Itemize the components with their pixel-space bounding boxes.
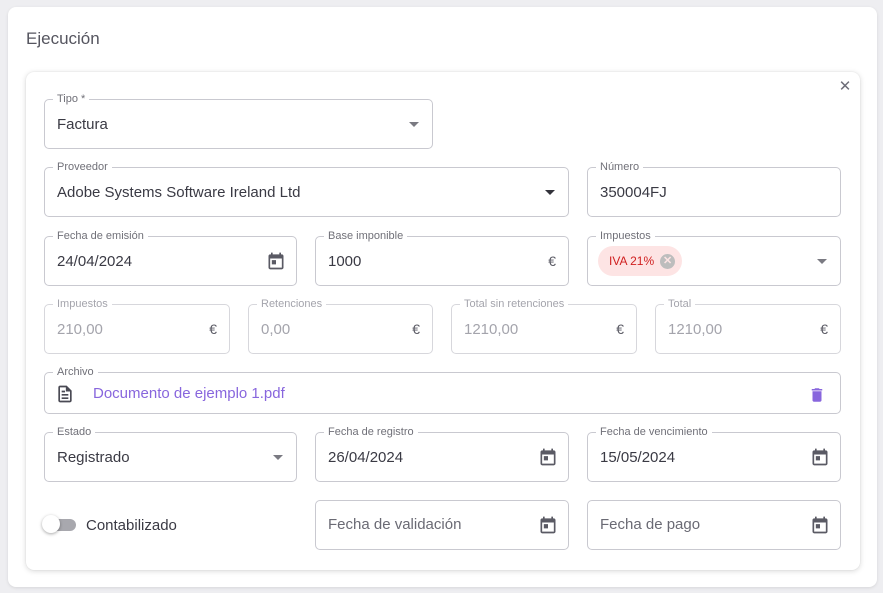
calendar-icon[interactable] <box>266 251 286 271</box>
tax-chip: IVA 21% ✕ <box>598 246 683 276</box>
euro-suffix: € <box>616 321 624 337</box>
fecha-vencimiento-label: Fecha de vencimiento <box>596 425 712 439</box>
euro-suffix: € <box>548 253 556 269</box>
fecha-registro-value: 26/04/2024 <box>328 449 404 466</box>
tipo-value: Factura <box>57 116 108 133</box>
total-sin-retenciones-label: Total sin retenciones <box>460 297 569 311</box>
archivo-field: Archivo Documento de ejemplo 1.pdf <box>44 365 841 414</box>
calendar-icon[interactable] <box>538 447 558 467</box>
retenciones-field: Retenciones 0,00 € <box>248 297 433 354</box>
estado-value: Registrado <box>57 449 130 466</box>
calendar-icon[interactable] <box>810 447 830 467</box>
archivo-label: Archivo <box>53 365 98 379</box>
fecha-pago-placeholder: Fecha de pago <box>600 516 701 533</box>
total-value: 1210,00 <box>668 321 723 338</box>
estado-label: Estado <box>53 425 96 439</box>
proveedor-value: Adobe Systems Software Ireland Ltd <box>57 184 301 201</box>
remove-chip-icon[interactable]: ✕ <box>660 253 676 269</box>
calendar-icon[interactable] <box>538 515 558 535</box>
contabilizado-toggle[interactable] <box>42 515 76 533</box>
fecha-registro-input[interactable]: Fecha de registro 26/04/2024 <box>315 425 569 482</box>
euro-suffix: € <box>412 321 420 337</box>
total-label: Total <box>664 297 696 311</box>
proveedor-select[interactable]: Proveedor Adobe Systems Software Ireland… <box>44 160 569 217</box>
total-sin-retenciones-value: 1210,00 <box>464 321 519 338</box>
fecha-vencimiento-input[interactable]: Fecha de vencimiento 15/05/2024 <box>587 425 841 482</box>
proveedor-label: Proveedor <box>53 160 112 174</box>
document-icon <box>58 385 72 403</box>
impuestos-select[interactable]: Impuestos IVA 21% ✕ <box>587 229 841 286</box>
calendar-icon[interactable] <box>810 515 830 535</box>
trash-icon[interactable] <box>808 385 826 405</box>
impuestos-total-value: 210,00 <box>57 321 103 338</box>
tipo-select[interactable]: Tipo * Factura <box>44 92 433 149</box>
fecha-validacion-placeholder: Fecha de validación <box>328 516 462 533</box>
impuestos-total-label: Impuestos <box>53 297 112 311</box>
estado-select[interactable]: Estado Registrado <box>44 425 297 482</box>
tax-chip-label: IVA 21% <box>609 254 655 268</box>
base-imponible-value: 1000 <box>328 253 362 270</box>
fecha-pago-input[interactable]: Fecha de pago <box>587 500 841 550</box>
fecha-emision-value: 24/04/2024 <box>57 253 133 270</box>
archivo-link[interactable]: Documento de ejemplo 1.pdf <box>93 384 285 403</box>
toggle-thumb <box>42 515 60 533</box>
fecha-validacion-input[interactable]: Fecha de validación <box>315 500 569 550</box>
euro-suffix: € <box>209 321 217 337</box>
chevron-down-icon <box>817 259 827 264</box>
chevron-down-icon <box>409 122 419 127</box>
retenciones-value: 0,00 <box>261 321 291 338</box>
fecha-registro-label: Fecha de registro <box>324 425 418 439</box>
fecha-emision-label: Fecha de emisión <box>53 229 148 243</box>
fecha-emision-input[interactable]: Fecha de emisión 24/04/2024 <box>44 229 297 286</box>
chevron-down-icon <box>273 455 283 460</box>
fecha-vencimiento-value: 15/05/2024 <box>600 449 676 466</box>
section-title: Ejecución <box>26 29 100 48</box>
impuestos-total-field: Impuestos 210,00 € <box>44 297 230 354</box>
impuestos-select-label: Impuestos <box>596 229 655 243</box>
numero-input[interactable]: Número 350004FJ <box>587 160 841 217</box>
total-sin-retenciones-field: Total sin retenciones 1210,00 € <box>451 297 637 354</box>
retenciones-label: Retenciones <box>257 297 327 311</box>
contabilizado-label: Contabilizado <box>86 517 177 534</box>
base-imponible-label: Base imponible <box>324 229 408 243</box>
numero-value: 350004FJ <box>600 184 667 201</box>
base-imponible-input[interactable]: Base imponible 1000 € <box>315 229 569 286</box>
total-field: Total 1210,00 € <box>655 297 841 354</box>
numero-label: Número <box>596 160 644 174</box>
close-icon[interactable]: ✕ <box>837 78 853 94</box>
euro-suffix: € <box>820 321 828 337</box>
tipo-label: Tipo * <box>53 92 90 106</box>
chevron-down-icon <box>545 190 555 195</box>
